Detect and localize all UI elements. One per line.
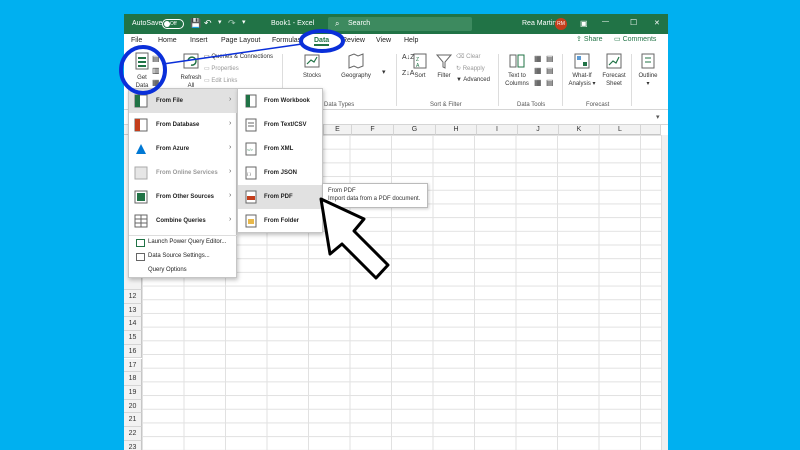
data-tab-highlight-circle xyxy=(299,29,345,53)
annotation-connector-line xyxy=(162,43,303,65)
annotation-overlay xyxy=(119,29,390,280)
pointer-arrow-icon xyxy=(319,197,390,280)
get-data-highlight-circle xyxy=(119,45,167,95)
